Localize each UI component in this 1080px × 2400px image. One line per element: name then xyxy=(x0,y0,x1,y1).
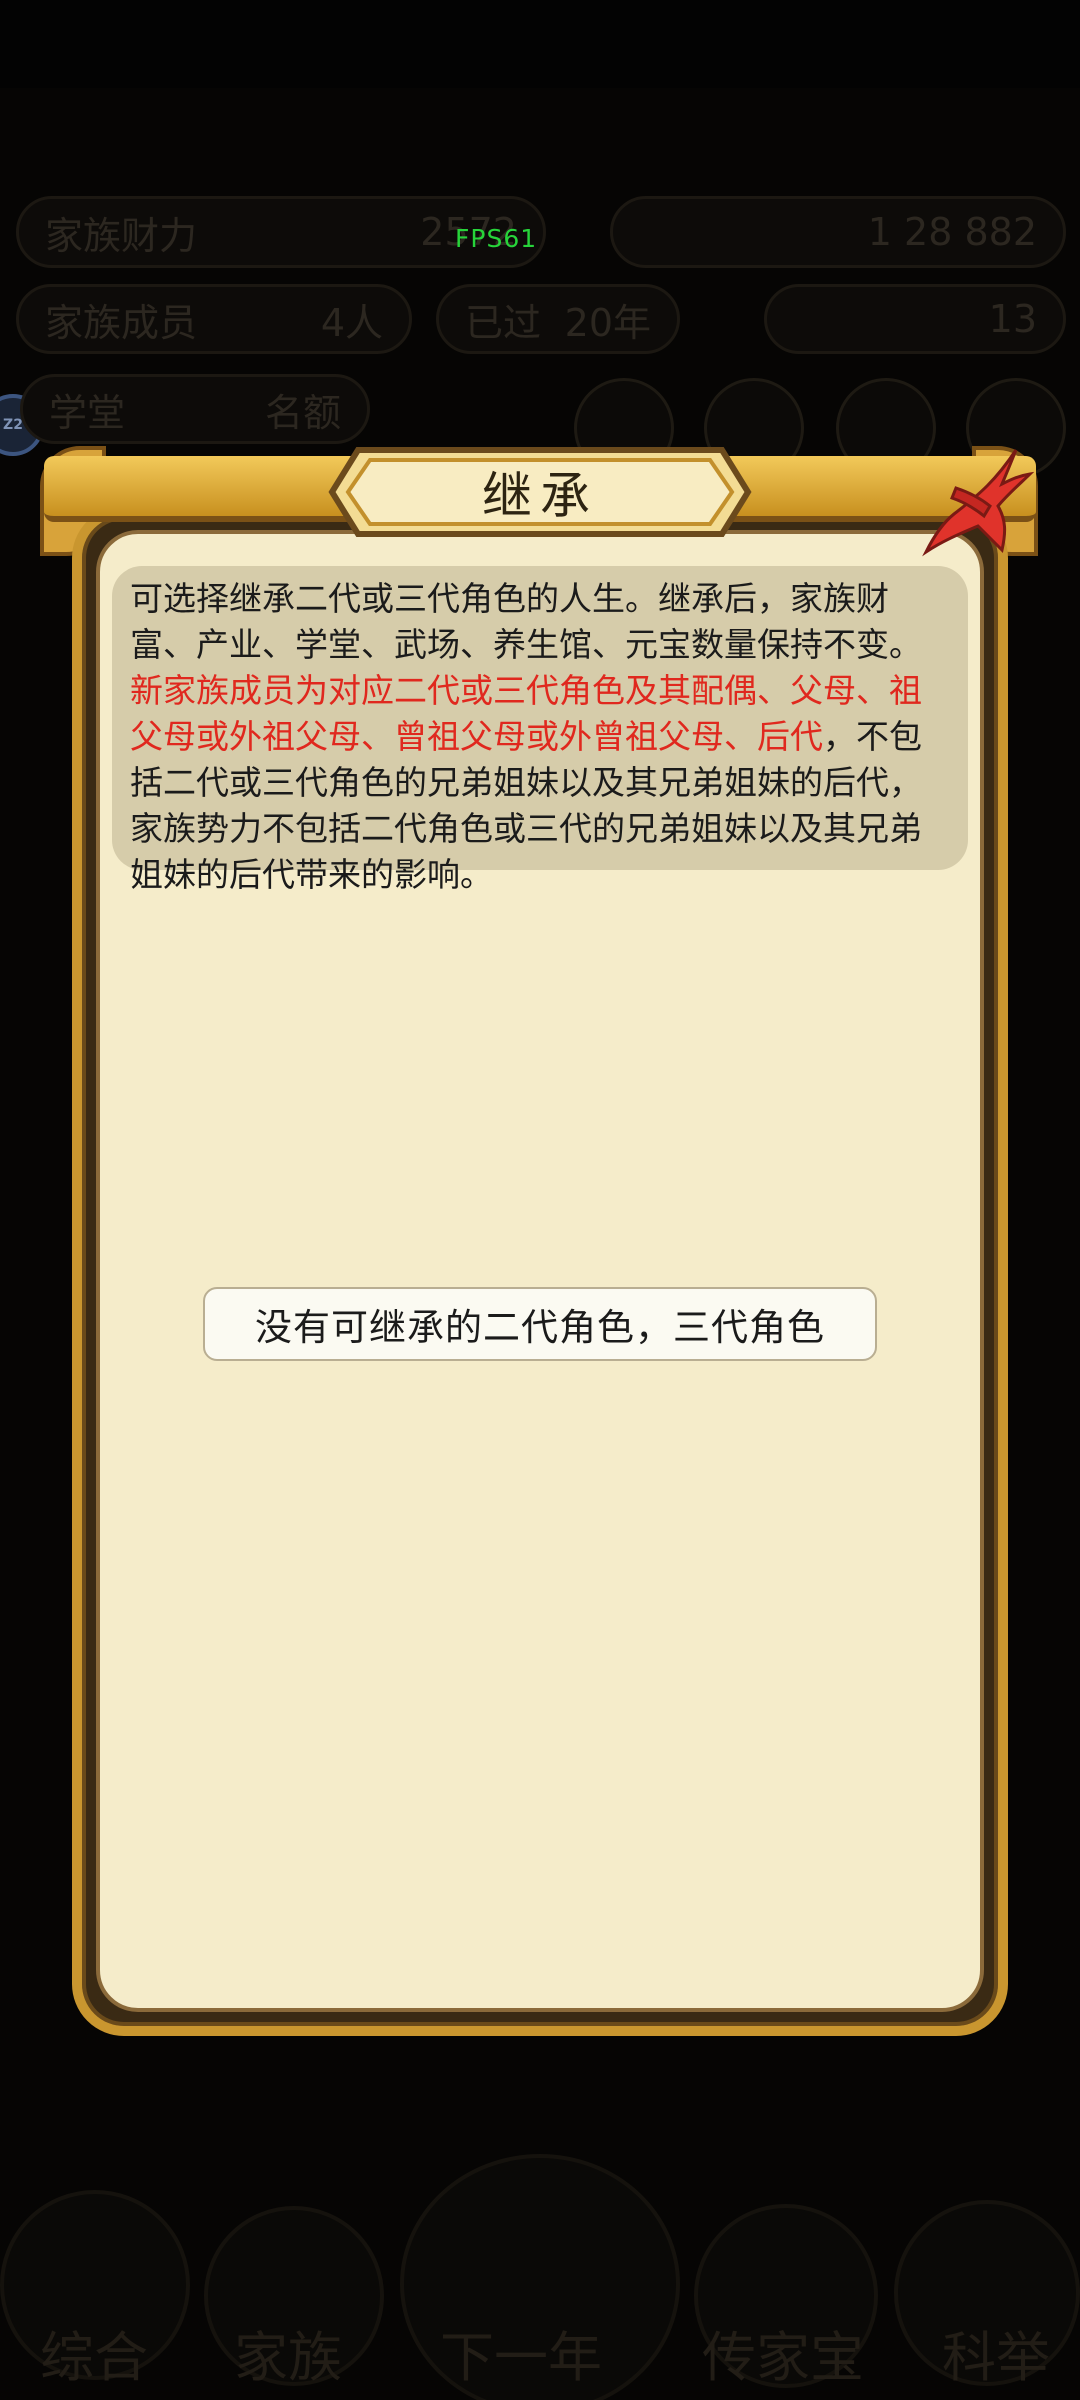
years-value: 20年 xyxy=(564,300,651,345)
members-value: 4人 xyxy=(320,300,383,345)
fps-counter: FPS61 xyxy=(455,224,538,253)
currency-value: 13 xyxy=(988,297,1037,341)
close-button[interactable] xyxy=(918,440,1035,562)
status-bar xyxy=(0,0,1080,88)
family-wealth-label: 家族财力 xyxy=(45,213,198,258)
nav-item-next-year[interactable]: 下一年 xyxy=(440,2313,602,2392)
scholar-panel: 学堂 名额 xyxy=(20,374,370,444)
dialog-title-plate: 继承 xyxy=(328,446,752,538)
currency-panel: 13 xyxy=(764,284,1066,354)
members-label: 家族成员 xyxy=(45,300,198,345)
years-panel: 已过 20年 xyxy=(436,284,680,354)
years-label: 已过 xyxy=(465,300,542,345)
nav-item-overview[interactable]: 综合 xyxy=(40,2313,148,2392)
dialog-title: 继承 xyxy=(482,467,598,525)
close-x-icon xyxy=(922,449,1035,557)
scholar-label: 学堂 xyxy=(49,390,126,435)
scholar-value: 名额 xyxy=(264,390,341,435)
bottom-navigation: 综合 家族 下一年 传家宝 科举 xyxy=(0,2154,1080,2400)
empty-state-message: 没有可继承的二代角色，三代角色 xyxy=(203,1287,877,1361)
nav-item-exam[interactable]: 科举 xyxy=(942,2313,1050,2392)
members-panel: 家族成员 4人 xyxy=(16,284,412,354)
nav-item-family[interactable]: 家族 xyxy=(234,2313,342,2392)
info-text-highlight: 新家族成员为对应二代或三代角色及其配偶、父母、祖父母或外祖父母、曾祖父母或外曾祖… xyxy=(130,671,922,756)
resources-panel: 1 28 882 xyxy=(610,196,1066,268)
nav-item-heirloom[interactable]: 传家宝 xyxy=(702,2313,864,2392)
info-text-intro: 可选择继承二代或三代角色的人生。继承后，家族财富、产业、学堂、武场、养生馆、元宝… xyxy=(130,579,922,664)
inherit-info-text: 可选择继承二代或三代角色的人生。继承后，家族财富、产业、学堂、武场、养生馆、元宝… xyxy=(112,566,968,894)
resources-value: 1 28 882 xyxy=(867,210,1037,254)
